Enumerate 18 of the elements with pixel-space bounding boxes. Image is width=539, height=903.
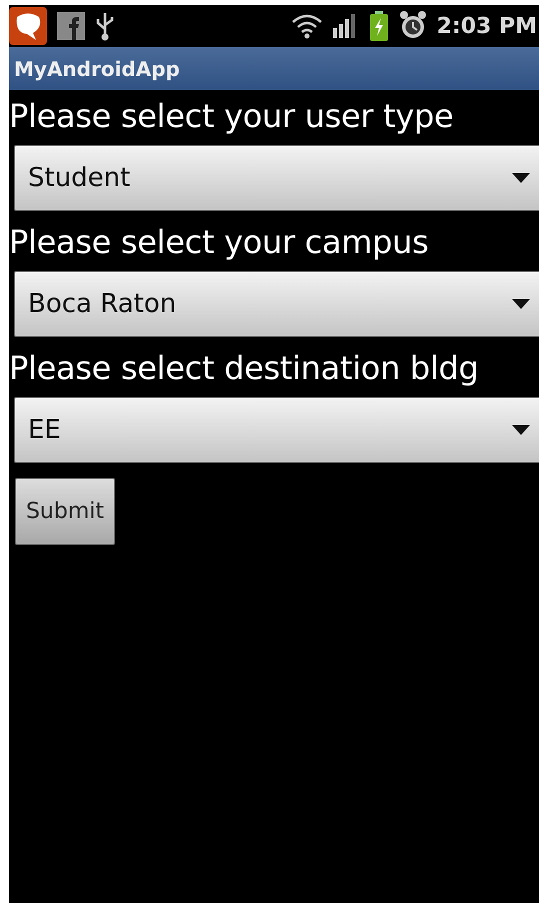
- field-label: Please select your campus: [9, 222, 430, 262]
- alarm-clock-icon: [398, 11, 427, 41]
- battery-icon: [368, 11, 389, 41]
- wifi-icon: [290, 13, 323, 39]
- dropdown[interactable]: Student: [14, 145, 539, 211]
- app-notification-icon: [9, 7, 47, 45]
- status-time: 2:03 PM: [436, 14, 537, 38]
- dropdown-arrow-icon: [512, 299, 530, 309]
- dropdown-arrow-icon: [512, 425, 530, 435]
- usb-icon: [95, 11, 115, 41]
- app-title: MyAndroidApp: [14, 56, 180, 80]
- dropdown-arrow-icon: [512, 173, 530, 183]
- facebook-icon: [57, 12, 85, 40]
- dropdown[interactable]: EE: [14, 397, 539, 463]
- submit-button[interactable]: Submit: [15, 478, 115, 545]
- field-label: Please select destination bldg: [9, 348, 480, 388]
- field-label: Please select your user type: [9, 96, 454, 136]
- dropdown[interactable]: Boca Raton: [14, 271, 539, 337]
